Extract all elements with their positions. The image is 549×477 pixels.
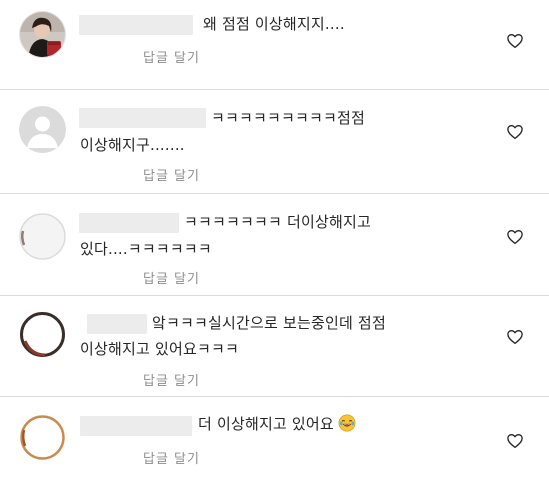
comment-line-2: 있다....ㅋㅋㅋㅋㅋㅋ [80, 240, 212, 258]
username-blurred[interactable] [80, 416, 192, 436]
heart-icon[interactable] [506, 32, 524, 50]
comment-line-2: 이상해지구....... [80, 136, 185, 154]
comment-list: 왜 점점 이상해지지.... 답글 달기 ㅋㅋㅋㅋㅋㅋㅋㅋㅋ점점 이상해지구..… [0, 0, 549, 477]
comment-text: 왜 점점 이상해지지.... [203, 11, 345, 38]
default-avatar-icon [19, 106, 66, 153]
comment-line-1: 앜ㅋㅋㅋ실시간으로 보는중인데 점점 [152, 314, 386, 332]
laughing-crying-emoji [338, 414, 356, 432]
username-blurred[interactable] [79, 213, 179, 233]
username-blurred[interactable] [79, 108, 206, 128]
divider [0, 193, 549, 194]
comment-text: 이상해지고 있어요ㅋㅋㅋ [80, 336, 239, 363]
user-avatar[interactable] [19, 11, 66, 58]
blurred-avatar-image [19, 213, 66, 260]
comment-text: ㅋㅋㅋㅋㅋㅋㅋ 더이상해지고 [184, 209, 371, 236]
blurred-avatar-image [20, 312, 65, 357]
heart-icon[interactable] [506, 123, 524, 141]
blurred-avatar-image [20, 415, 65, 460]
username-blurred[interactable] [87, 314, 147, 334]
user-avatar[interactable] [19, 414, 66, 461]
comment-line-2: 이상해지고 있어요ㅋㅋㅋ [80, 340, 239, 358]
reply-button[interactable]: 답글 달기 [143, 165, 200, 184]
divider [0, 295, 549, 296]
user-avatar[interactable] [19, 213, 66, 260]
user-avatar[interactable] [19, 106, 66, 153]
username-blurred[interactable] [79, 15, 193, 35]
comment-line-1: 왜 점점 이상해지지.... [203, 15, 345, 33]
comment-text: 더 이상해지고 있어요 [198, 411, 356, 438]
reply-button[interactable]: 답글 달기 [143, 370, 200, 389]
user-avatar[interactable] [19, 311, 66, 358]
comment-text: ㅋㅋㅋㅋㅋㅋㅋㅋㅋ점점 [211, 105, 365, 132]
reply-button[interactable]: 답글 달기 [143, 448, 200, 467]
comment-text: 있다....ㅋㅋㅋㅋㅋㅋ [80, 236, 212, 263]
heart-icon[interactable] [506, 228, 524, 246]
comment-line-1: ㅋㅋㅋㅋㅋㅋㅋㅋㅋ점점 [211, 109, 366, 127]
divider [0, 89, 549, 90]
reply-button[interactable]: 답글 달기 [143, 47, 200, 66]
comment-line-1: 더 이상해지고 있어요 [198, 415, 334, 433]
heart-icon[interactable] [506, 328, 524, 346]
reply-button[interactable]: 답글 달기 [143, 268, 200, 287]
photo-avatar-image [20, 12, 65, 57]
comment-line-1: ㅋㅋㅋㅋㅋㅋㅋ 더이상해지고 [184, 213, 371, 231]
comment-text: 앜ㅋㅋㅋ실시간으로 보는중인데 점점 [152, 310, 386, 337]
divider [0, 396, 549, 397]
comment-text: 이상해지구....... [80, 132, 185, 159]
heart-icon[interactable] [506, 432, 524, 450]
